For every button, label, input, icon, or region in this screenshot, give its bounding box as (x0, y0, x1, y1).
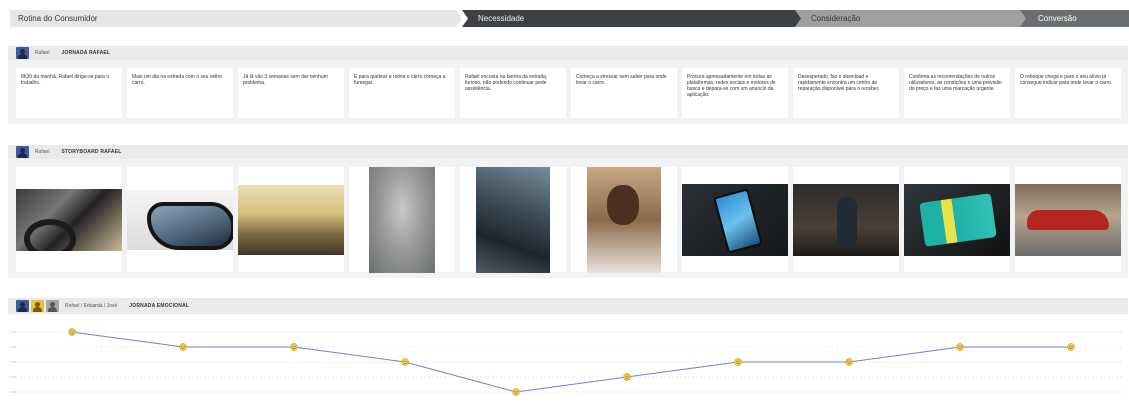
phase-routine: Rotina do Consumidor (10, 10, 462, 27)
avatar-icon (31, 300, 44, 312)
journey-step: Mais um dia na estrada com o seu velho c… (127, 68, 233, 118)
storyboard-frame (1015, 167, 1121, 272)
mechanic-garage-image (793, 183, 899, 256)
stressed-man-image (587, 166, 661, 273)
phase-need: Necessidade (462, 10, 802, 27)
persona-name: Rafael (35, 149, 50, 155)
journey-step: Já lá vão 3 semanas sem dar nenhum probl… (238, 68, 344, 118)
journey-step: Procura apressadamente em todas as plata… (682, 68, 788, 118)
journey-step: Rafael encosta na berma da estrada, furi… (460, 68, 566, 118)
emotion-face-icon (512, 388, 520, 396)
emotion-face-icon (179, 343, 187, 351)
emotion-face-icon (845, 358, 853, 366)
storyboard-frame (238, 167, 344, 272)
storyboard-title: STORYBOARD RAFAEL (61, 149, 122, 155)
emotional-header: Rafael / Eduarda / José JORNADA EMOCIONA… (8, 298, 1128, 314)
emotion-face-icon (623, 373, 631, 381)
car-interior-image (16, 188, 122, 251)
avatar-icon (46, 300, 59, 312)
storyboard-frame (349, 166, 455, 273)
app-on-phone-image (904, 183, 1010, 256)
tow-truck-image (1015, 183, 1121, 256)
emotion-face-icon (68, 328, 76, 336)
side-mirror-image (127, 189, 233, 250)
avatar-icon (16, 300, 29, 312)
journey-cards: 8h30 da manhã, Rafael dirige-se para o t… (16, 68, 1121, 118)
avatar-icon (16, 47, 29, 59)
journey-step: 8h30 da manhã, Rafael dirige-se para o t… (16, 68, 122, 118)
storyboard-frame (571, 166, 677, 273)
smartphone-image (682, 183, 788, 256)
storyboard-frame (904, 167, 1010, 272)
storyboard-frame (682, 167, 788, 272)
emotion-face-icon (290, 343, 298, 351)
journey-step: Desesperado, faz o download e rapidament… (793, 68, 899, 118)
storyboard-frame (460, 166, 566, 273)
storyboard-section: Rafael STORYBOARD RAFAEL (8, 145, 1128, 278)
emotion-face-icon (1067, 343, 1075, 351)
personas-label: Rafael / Eduarda / José (65, 303, 118, 309)
phase-consideration: Consideração (795, 10, 1027, 27)
journey-step: Começa a stressar sem saber para onde le… (571, 68, 677, 118)
smoke-image (369, 166, 435, 273)
emotional-title: JORNADA EMOCIONAL (129, 303, 190, 309)
emotion-face-icon (956, 343, 964, 351)
persona-name: Rafael (35, 50, 50, 56)
storyboard-frame (16, 167, 122, 272)
journey-step: Confirma as recomendações de outros util… (904, 68, 1010, 118)
emotional-section: Rafael / Eduarda / José JORNADA EMOCIONA… (8, 298, 1128, 314)
avatar-icon (16, 146, 29, 158)
journey-title: JORNADA RAFAEL (61, 50, 111, 56)
emotional-chart-svg (8, 328, 1123, 396)
sunrise-street-image (238, 184, 344, 255)
phase-conversion: Conversão (1020, 10, 1129, 27)
engine-image (476, 166, 550, 273)
emotion-face-icon (401, 358, 409, 366)
journey-header: Rafael JORNADA RAFAEL (8, 46, 1128, 60)
journey-step: E para quebrar a rotina o carro começa a… (349, 68, 455, 118)
emotion-face-icon (734, 358, 742, 366)
emotional-chart (8, 314, 1128, 403)
storyboard-cards (16, 166, 1121, 273)
storyboard-frame (127, 167, 233, 272)
journey-section: Rafael JORNADA RAFAEL 8h30 da manhã, Raf… (8, 46, 1128, 124)
phase-bar: Rotina do Consumidor Necessidade Conside… (10, 10, 1129, 27)
storyboard-header: Rafael STORYBOARD RAFAEL (8, 145, 1128, 159)
storyboard-frame (793, 167, 899, 272)
journey-step: O reboque chega e para o seu alívio já c… (1015, 68, 1121, 118)
